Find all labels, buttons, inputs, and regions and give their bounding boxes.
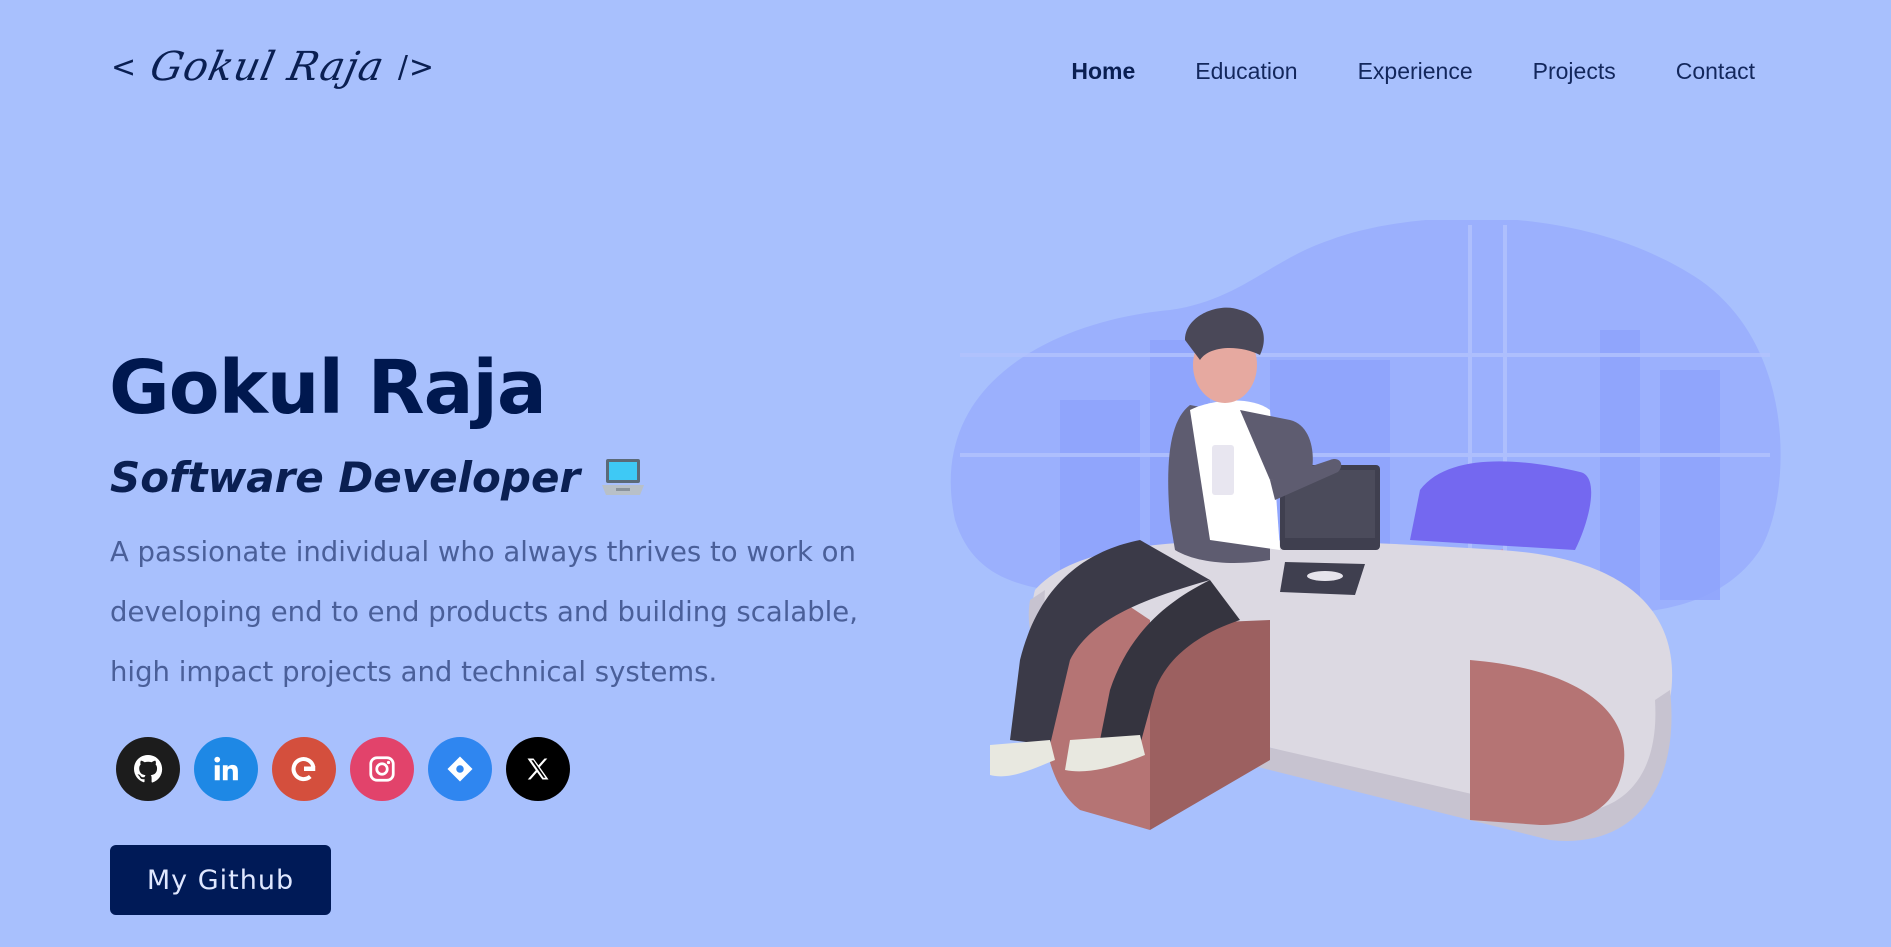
nav-experience[interactable]: Experience	[1358, 58, 1473, 85]
logo-open-bracket: <	[111, 49, 138, 85]
google-icon[interactable]	[272, 737, 336, 801]
nav-home[interactable]: Home	[1071, 58, 1135, 85]
logo-signature: Gokul Raja	[146, 44, 389, 90]
social-links	[116, 737, 570, 801]
instagram-icon[interactable]	[350, 737, 414, 801]
main-nav: Home Education Experience Projects Conta…	[1071, 58, 1755, 85]
hero-role: Software Developer	[110, 453, 646, 502]
site-logo[interactable]: < Gokul Raja />	[111, 44, 435, 90]
x-icon[interactable]	[506, 737, 570, 801]
hero-role-text: Software Developer	[110, 453, 581, 502]
hero-tagline: A passionate individual who always thriv…	[110, 536, 858, 688]
github-icon[interactable]	[116, 737, 180, 801]
medium-icon[interactable]	[428, 737, 492, 801]
linkedin-icon[interactable]	[194, 737, 258, 801]
nav-contact[interactable]: Contact	[1676, 58, 1755, 85]
hero-name: Gokul Raja	[109, 345, 547, 431]
logo-close-bracket: />	[397, 49, 436, 85]
nav-projects[interactable]: Projects	[1533, 58, 1616, 85]
my-github-button[interactable]: My Github	[110, 845, 331, 915]
nav-education[interactable]: Education	[1195, 58, 1297, 85]
developer-illustration	[950, 220, 1781, 841]
laptop-icon	[602, 458, 645, 495]
